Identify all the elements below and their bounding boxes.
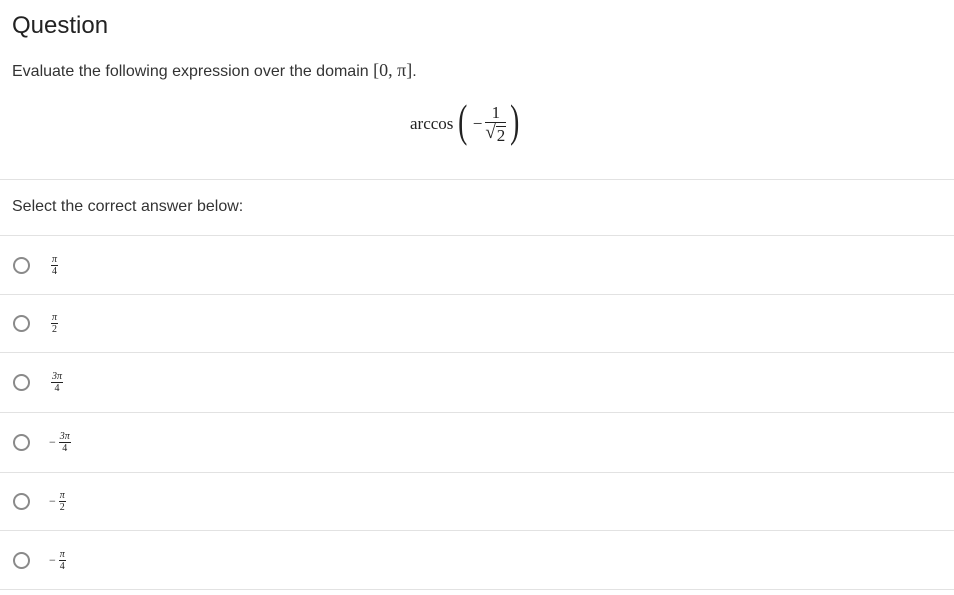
answer-numerator: π xyxy=(59,490,65,501)
answer-math: π4 xyxy=(51,254,59,277)
right-paren: ) xyxy=(510,95,520,146)
answer-denominator: 2 xyxy=(59,502,65,513)
answer-denominator: 4 xyxy=(62,443,68,454)
answer-numerator: 3π xyxy=(59,431,70,442)
answer-sign: − xyxy=(49,435,56,449)
radio-button[interactable] xyxy=(13,257,30,274)
radicand: 2 xyxy=(495,126,507,145)
domain-suffix: . xyxy=(412,63,417,80)
answer-fraction: 3π 4 xyxy=(51,371,64,394)
answer-numerator: 3π xyxy=(52,371,63,382)
answer-option[interactable]: − π 2 xyxy=(0,473,954,531)
left-paren: ( xyxy=(458,95,468,146)
radio-button[interactable] xyxy=(13,434,30,451)
answer-denominator: 4 xyxy=(59,561,65,572)
answer-sign: − xyxy=(49,553,56,567)
radio-button[interactable] xyxy=(13,552,30,569)
answer-numerator: π xyxy=(59,549,65,560)
answer-math: − π 2 xyxy=(49,490,66,513)
fraction-numerator: 1 xyxy=(491,103,501,122)
answers-label: Select the correct answer below: xyxy=(12,198,244,215)
answer-sign: − xyxy=(49,494,56,508)
math-expression: arccos ( − 1 √ 2 ) xyxy=(410,98,523,150)
answer-denominator: 4 xyxy=(54,383,60,394)
answer-denominator: 2 xyxy=(52,324,57,335)
function-name: arccos xyxy=(410,114,454,133)
radical-sign: √ xyxy=(485,122,496,143)
answer-math: −3π 4 xyxy=(49,431,71,454)
option-divider xyxy=(0,589,954,590)
expression-fraction: 1 √ 2 xyxy=(485,103,507,145)
radio-button[interactable] xyxy=(13,374,30,391)
answer-option[interactable]: 3π 4 xyxy=(0,353,954,413)
answer-numerator: π xyxy=(52,312,58,323)
section-divider xyxy=(0,179,954,180)
answer-option[interactable]: − π 4 xyxy=(0,531,954,590)
fraction-denominator: √ 2 xyxy=(485,122,507,145)
answer-option[interactable]: π4 xyxy=(0,236,954,295)
answer-fraction: 3π 4 xyxy=(58,431,71,454)
radio-button[interactable] xyxy=(13,315,30,332)
answer-fraction: π2 xyxy=(58,490,66,513)
question-title: Question xyxy=(12,12,109,39)
answer-option[interactable]: −3π 4 xyxy=(0,413,954,473)
answer-math: 3π 4 xyxy=(51,371,64,394)
answer-fraction: π4 xyxy=(58,549,66,572)
radio-button[interactable] xyxy=(13,493,30,510)
question-text: Evaluate the following expression over t… xyxy=(12,63,369,80)
answer-fraction: π4 xyxy=(51,254,59,277)
expression-sign: − xyxy=(472,114,483,133)
answer-math: − π 4 xyxy=(49,549,66,572)
domain-math: [0, π] xyxy=(373,60,413,80)
answer-option[interactable]: π2 xyxy=(0,295,954,353)
question-prompt: Evaluate the following expression over t… xyxy=(12,60,417,81)
answer-denominator: 4 xyxy=(52,266,57,277)
answer-math: π2 xyxy=(51,312,59,335)
answer-fraction: π2 xyxy=(51,312,59,335)
answer-numerator: π xyxy=(52,254,58,265)
